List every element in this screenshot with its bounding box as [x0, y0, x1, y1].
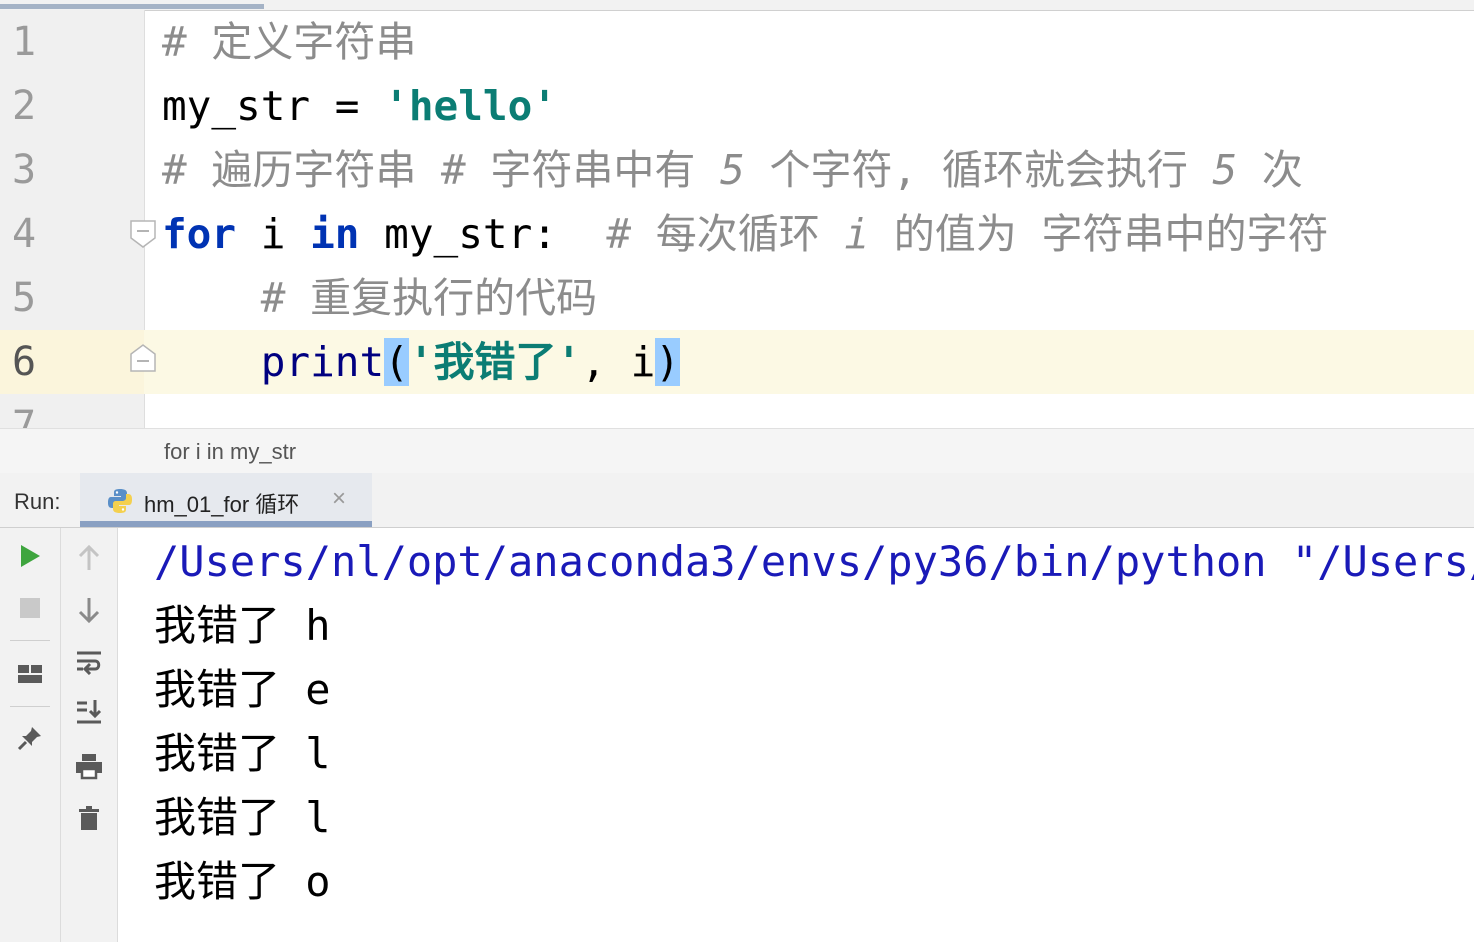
- keyword: in: [310, 210, 360, 258]
- line-number: 5: [12, 275, 37, 321]
- line-number: 4: [12, 211, 37, 257]
- toolbar-separator: [10, 706, 50, 707]
- line-number: 1: [12, 19, 37, 65]
- run-label: Run:: [14, 489, 61, 514]
- python-icon: [108, 489, 132, 513]
- comment-variable: i: [844, 210, 870, 258]
- layout-icon[interactable]: [12, 656, 48, 692]
- console-output-line: 我错了 l: [154, 793, 331, 842]
- active-tab-indicator: [0, 4, 264, 9]
- variable: my_str: [162, 82, 311, 130]
- matched-paren: ): [655, 338, 680, 386]
- code-line-1[interactable]: 1 # 定义字符串: [0, 10, 1474, 74]
- code-editor[interactable]: 1 # 定义字符串 2 my_str = 'hello' 3 # 遍历字符串 #…: [0, 0, 1474, 428]
- comment-number: 5: [1212, 146, 1238, 194]
- string-literal: 'hello': [384, 82, 557, 130]
- code-line-7[interactable]: 7: [0, 394, 1474, 428]
- line-number: 2: [12, 83, 37, 129]
- code-line-3[interactable]: 3 # 遍历字符串 # 字符串中有 5 个字符, 循环就会执行 5 次: [0, 138, 1474, 202]
- up-arrow-icon[interactable]: [71, 540, 107, 576]
- breadcrumb[interactable]: for i in my_str: [0, 428, 1474, 474]
- run-toolbar-primary: [0, 528, 61, 942]
- line-number: 3: [12, 147, 37, 193]
- pin-icon[interactable]: [12, 720, 48, 756]
- operator: =: [310, 82, 385, 130]
- breadcrumb-item[interactable]: for i in my_str: [164, 439, 296, 465]
- console-output-line: 我错了 l: [154, 729, 331, 778]
- console-command-line: /Users/nl/opt/anaconda3/envs/py36/bin/py…: [154, 537, 1474, 586]
- code-text: my_str:: [359, 210, 607, 258]
- matched-paren: (: [384, 338, 409, 386]
- comment: # 每次循环: [606, 210, 845, 258]
- down-arrow-icon[interactable]: [71, 592, 107, 628]
- toolbar-separator: [10, 640, 50, 641]
- code-line-6-current[interactable]: 6 print('我错了', i): [0, 330, 1474, 394]
- run-console-output[interactable]: /Users/nl/opt/anaconda3/envs/py36/bin/py…: [118, 528, 1474, 942]
- fold-end-icon[interactable]: [130, 344, 156, 372]
- comment: 次: [1237, 146, 1303, 194]
- code-line-2[interactable]: 2 my_str = 'hello': [0, 74, 1474, 138]
- comment: # 定义字符串: [162, 18, 417, 66]
- line-number: 6: [12, 339, 37, 385]
- stop-icon[interactable]: [12, 590, 48, 626]
- variable: i: [236, 210, 311, 258]
- builtin-function: print: [260, 338, 385, 386]
- print-icon[interactable]: [71, 748, 107, 784]
- keyword: for: [162, 210, 237, 258]
- comment-number: 5: [720, 146, 745, 194]
- trash-icon[interactable]: [71, 800, 107, 836]
- code-line-5[interactable]: 5 # 重复执行的代码: [0, 266, 1474, 330]
- code-text: , i: [581, 338, 656, 386]
- comment: 的值为 字符串中的字符: [869, 210, 1329, 258]
- run-toolwindow-header: Run: hm_01_for 循环 ×: [0, 473, 1474, 528]
- string-literal: '我错了': [408, 338, 582, 386]
- line-number: 7: [12, 403, 37, 428]
- run-toolbar-secondary: [61, 528, 118, 942]
- code-line-4[interactable]: 4 for i in my_str: # 每次循环 i 的值为 字符串中的字符: [0, 202, 1474, 266]
- active-tab-underline: [80, 521, 372, 527]
- scroll-to-end-icon[interactable]: [71, 694, 107, 730]
- console-output-line: 我错了 e: [154, 665, 331, 714]
- soft-wrap-icon[interactable]: [71, 644, 107, 680]
- console-output-line: 我错了 o: [154, 857, 331, 906]
- comment: # 遍历字符串 # 字符串中有: [162, 146, 721, 194]
- comment: # 重复执行的代码: [260, 274, 598, 322]
- run-tab-title[interactable]: hm_01_for 循环: [144, 487, 299, 519]
- close-icon[interactable]: ×: [332, 485, 346, 513]
- run-icon[interactable]: [12, 538, 48, 574]
- comment: 个字符, 循环就会执行: [744, 146, 1213, 194]
- console-output-line: 我错了 h: [154, 601, 331, 650]
- fold-icon[interactable]: [130, 220, 156, 248]
